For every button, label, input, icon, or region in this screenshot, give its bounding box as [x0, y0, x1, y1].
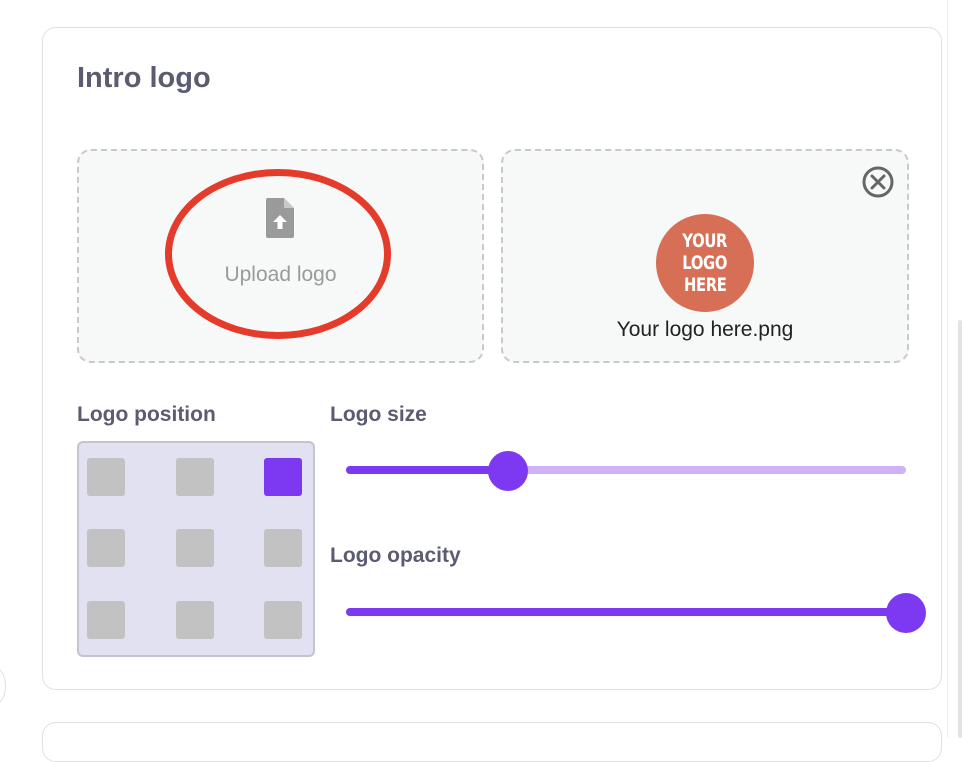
position-cell-bottom-left[interactable]	[87, 601, 125, 639]
next-section-card	[42, 722, 942, 762]
section-title: Intro logo	[77, 62, 211, 94]
upload-logo-dropzone[interactable]: Upload logo	[77, 149, 484, 363]
logo-text-line: HERE	[683, 274, 727, 296]
logo-size-label: Logo size	[330, 403, 427, 426]
position-cell-middle-left[interactable]	[87, 529, 125, 567]
position-cell-top-center[interactable]	[176, 458, 214, 496]
highlight-annotation	[165, 169, 391, 339]
logo-file-name: Your logo here.png	[616, 318, 794, 341]
edge-handle	[0, 668, 6, 704]
logo-opacity-slider[interactable]	[346, 593, 926, 633]
position-cell-middle-center[interactable]	[176, 529, 214, 567]
logo-text-line: LOGO	[682, 252, 728, 274]
slider-thumb[interactable]	[886, 593, 926, 633]
slider-fill	[346, 608, 906, 616]
position-cell-bottom-right[interactable]	[264, 601, 302, 639]
logo-size-slider[interactable]	[346, 451, 906, 491]
position-cell-middle-right[interactable]	[264, 529, 302, 567]
logo-text-line: YOUR	[682, 230, 728, 252]
logo-position-grid	[77, 441, 315, 657]
position-cell-bottom-center[interactable]	[176, 601, 214, 639]
intro-logo-card: Intro logo Upload logo YOUR LOGO HERE Yo…	[42, 27, 942, 690]
logo-thumbnail: YOUR LOGO HERE	[656, 214, 754, 312]
position-cell-top-left[interactable]	[87, 458, 125, 496]
logo-opacity-label: Logo opacity	[330, 544, 461, 567]
logo-position-label: Logo position	[77, 403, 216, 426]
position-cell-top-right[interactable]	[264, 458, 302, 496]
slider-fill	[346, 466, 509, 474]
slider-thumb[interactable]	[488, 451, 529, 491]
scrollbar-thumb[interactable]	[958, 320, 962, 738]
logo-preview: YOUR LOGO HERE Your logo here.png	[501, 149, 909, 363]
close-circle-icon[interactable]	[861, 165, 895, 199]
